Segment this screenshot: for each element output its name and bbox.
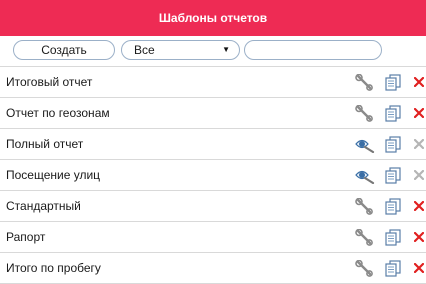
delete-icon [414, 139, 424, 149]
wrench-icon[interactable] [355, 105, 373, 122]
panel-title: Шаблоны отчетов [158, 11, 268, 25]
wrench-icon[interactable] [355, 198, 373, 215]
template-row[interactable]: Отчет по геозонам [0, 98, 426, 129]
template-name: Итого по пробегу [6, 261, 101, 275]
templates-list: Итоговый отчет Отчет по геозонам Полный от… [0, 67, 426, 284]
copy-icon[interactable] [385, 136, 401, 153]
delete-icon[interactable] [414, 108, 424, 118]
wrench-icon[interactable] [355, 260, 373, 277]
template-row[interactable]: Итого по пробегу [0, 253, 426, 284]
copy-icon[interactable] [385, 260, 401, 277]
eye-icon[interactable] [355, 167, 375, 184]
toolbar: Создать Все ▼ [0, 36, 426, 67]
panel-header: Шаблоны отчетов [0, 0, 426, 36]
search-input[interactable] [244, 40, 382, 60]
copy-icon[interactable] [385, 74, 401, 91]
delete-icon[interactable] [414, 263, 424, 273]
create-button[interactable]: Создать [13, 40, 115, 60]
template-row[interactable]: Полный отчет [0, 129, 426, 160]
template-row[interactable]: Итоговый отчет [0, 67, 426, 98]
copy-icon[interactable] [385, 105, 401, 122]
wrench-icon[interactable] [355, 74, 373, 91]
copy-icon[interactable] [385, 198, 401, 215]
template-row[interactable]: Стандартный [0, 191, 426, 222]
template-name: Стандартный [6, 199, 81, 213]
delete-icon[interactable] [414, 77, 424, 87]
copy-icon[interactable] [385, 167, 401, 184]
filter-select-value: Все [134, 43, 155, 57]
template-name: Отчет по геозонам [6, 106, 110, 120]
template-name: Рапорт [6, 230, 46, 244]
template-name: Итоговый отчет [6, 75, 93, 89]
delete-icon[interactable] [414, 232, 424, 242]
eye-icon[interactable] [355, 136, 375, 153]
template-name: Посещение улиц [6, 168, 101, 182]
dropdown-arrow-icon: ▼ [222, 45, 230, 54]
filter-select[interactable]: Все ▼ [121, 40, 240, 60]
template-name: Полный отчет [6, 137, 84, 151]
create-button-label: Создать [41, 43, 87, 57]
delete-icon[interactable] [414, 201, 424, 211]
copy-icon[interactable] [385, 229, 401, 246]
delete-icon [414, 170, 424, 180]
template-row[interactable]: Рапорт [0, 222, 426, 253]
template-row[interactable]: Посещение улиц [0, 160, 426, 191]
wrench-icon[interactable] [355, 229, 373, 246]
